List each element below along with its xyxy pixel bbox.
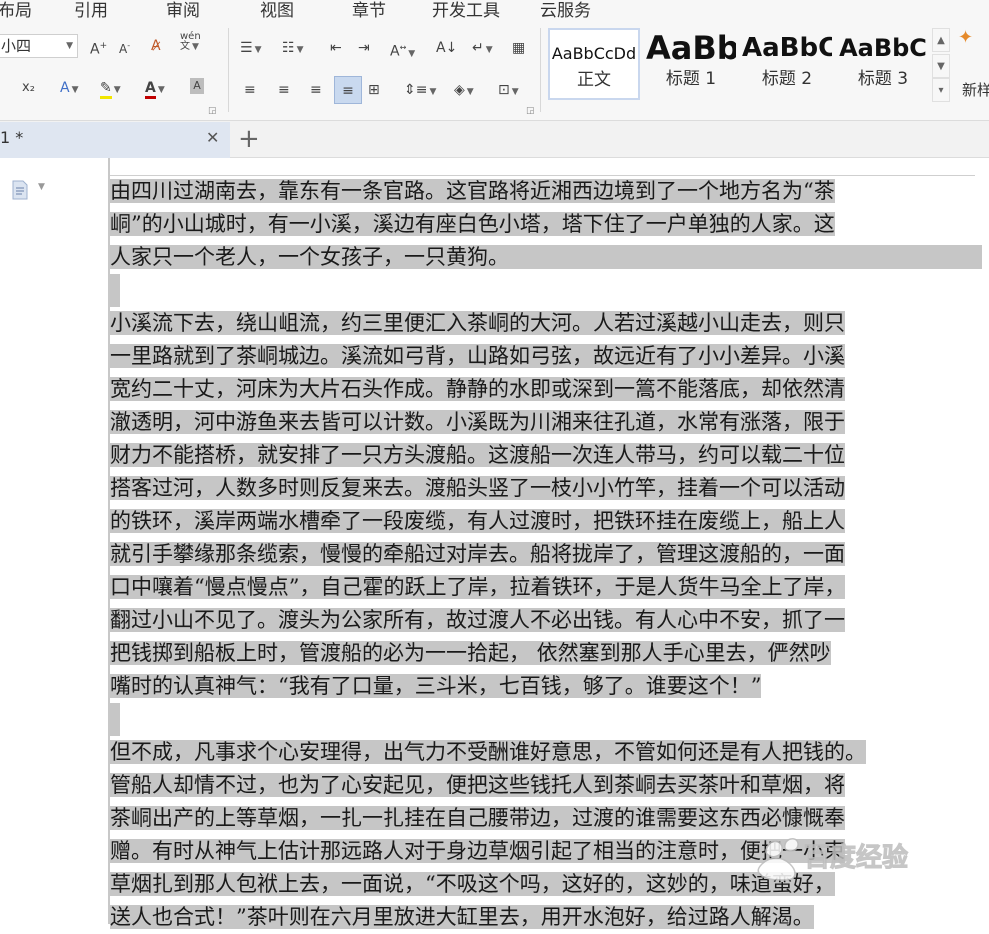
menu-references[interactable]: 引用 bbox=[74, 0, 108, 21]
font-size-select[interactable]: 小四 ▼ bbox=[0, 34, 78, 58]
show-marks-icon[interactable]: ↵ ▼ bbox=[472, 38, 493, 60]
style-preview: AaBbCcDd bbox=[551, 44, 637, 63]
text-effect-icon[interactable]: A ▼ bbox=[60, 78, 79, 100]
clear-format-icon[interactable]: A̷ bbox=[151, 36, 161, 56]
text-line: 嘴时的认真神气：“我有了口量，三斗米，七百钱，够了。谁要这个！” bbox=[110, 674, 762, 698]
chevron-down-icon[interactable]: ▼ bbox=[38, 182, 45, 192]
ribbon-divider bbox=[540, 28, 541, 112]
text-line: 人家只一个老人，一个女孩子，一只黄狗。 bbox=[110, 245, 499, 269]
paragraph[interactable]: 由四川过湖南去，靠东有一条官路。这官路将近湘西边境到了一个地方名为“茶 峒”的小… bbox=[110, 175, 989, 274]
document-body[interactable]: 由四川过湖南去，靠东有一条官路。这官路将近湘西边境到了一个地方名为“茶 峒”的小… bbox=[110, 175, 989, 934]
paragraph-dialog-launcher-icon[interactable]: ◲ bbox=[526, 106, 535, 116]
line-spacing-icon[interactable]: ⇕≡ ▼ bbox=[404, 80, 436, 102]
borders-icon[interactable]: ⊡ ▼ bbox=[498, 80, 519, 102]
style-preview: AaBb bbox=[646, 29, 736, 67]
document-tab-bar: 1 * ✕ + bbox=[0, 121, 989, 158]
style-name: 正文 bbox=[577, 70, 611, 90]
char-shading-icon[interactable]: A bbox=[190, 78, 204, 94]
new-style-icon[interactable]: ✦ bbox=[958, 28, 973, 48]
sort-icon[interactable]: A↓ bbox=[436, 38, 457, 58]
ribbon: 小四 ▼ A+ A- A̷ wén 文 ▼ x₂ A ▼ ✎ ▼ A ▼ A ◲ ☰ ▼ ☷… bbox=[0, 20, 989, 121]
bullet-list-icon[interactable]: ☰ ▼ bbox=[240, 38, 261, 60]
text-line: 小溪流下去，绕山岨流，约三里便汇入茶峒的大河。人若过溪越小山走去，则只 bbox=[110, 311, 845, 335]
baidu-jingyan-watermark: 百度经验 bbox=[757, 838, 909, 881]
font-color-icon[interactable]: A ▼ bbox=[145, 78, 165, 100]
text-line: 赠。有时从神气上估计那远路人对于身边草烟引起了相当的注意时，便把一小束 bbox=[110, 839, 845, 863]
text-line: 一里路就到了茶峒城边。溪流如弓背，山路如弓弦，故远近有了小小差异。小溪 bbox=[110, 344, 845, 368]
new-style-label[interactable]: 新样 bbox=[962, 80, 989, 100]
menu-view[interactable]: 视图 bbox=[260, 0, 294, 21]
menu-developer-tools[interactable]: 开发工具 bbox=[432, 0, 500, 21]
shading-fill-icon[interactable]: ◈ ▼ bbox=[454, 80, 474, 102]
styles-expand-icon[interactable]: ▾ bbox=[932, 78, 950, 102]
table-border-icon[interactable]: ▦ bbox=[512, 38, 525, 58]
font-size-value: 小四 bbox=[1, 37, 32, 55]
text-line: 搭客过河，人数多时则反复来去。渡船头竖了一枝小小竹竿，挂着一个可以活动 bbox=[110, 476, 845, 500]
text-line: 财力不能搭桥，就安排了一只方头渡船。这渡船一次连人带马，约可以载二十位 bbox=[110, 443, 845, 467]
watermark-text: 百度经验 bbox=[804, 842, 908, 873]
decrease-indent-icon[interactable]: ⇤ bbox=[330, 38, 342, 58]
styles-scroll-up-icon[interactable]: ▲ bbox=[932, 28, 950, 52]
document-tab-title: 1 * bbox=[0, 128, 24, 147]
empty-paragraph[interactable] bbox=[110, 274, 989, 307]
highlight-icon[interactable]: ✎ ▼ bbox=[100, 78, 121, 100]
menu-section[interactable]: 章节 bbox=[352, 0, 386, 21]
style-preview: AaBbC bbox=[839, 34, 927, 62]
close-icon[interactable]: ✕ bbox=[206, 128, 219, 147]
increase-indent-icon[interactable]: ⇥ bbox=[358, 38, 370, 58]
text-line: 把钱掷到船板上时，管渡船的必为一一拾起， 依然塞到那人手心里去，俨然吵 bbox=[110, 641, 831, 665]
subscript-icon[interactable]: x₂ bbox=[22, 78, 35, 98]
style-normal[interactable]: AaBbCcDd 正文 bbox=[548, 28, 640, 100]
text-line: 茶峒出产的上等草烟，一扎一扎挂在自己腰带边，过渡的谁需要这东西必慷慨奉 bbox=[110, 806, 845, 830]
document-tab[interactable]: 1 * ✕ bbox=[0, 122, 230, 158]
style-preview: AaBbC bbox=[742, 33, 832, 63]
text-line: 由四川过湖南去，靠东有一条官路。这官路将近湘西边境到了一个地方名为“茶 bbox=[110, 179, 835, 203]
document-map-icon[interactable] bbox=[12, 180, 28, 200]
font-dialog-launcher-icon[interactable]: ◲ bbox=[208, 106, 217, 116]
align-center-icon[interactable]: ≡ bbox=[278, 80, 290, 100]
menu-cloud-services[interactable]: 云服务 bbox=[540, 0, 591, 21]
text-line: 的铁环，溪岸两端水槽牵了一段废缆，有人过渡时，把铁环挂在废缆上，船上人 bbox=[110, 509, 845, 533]
chevron-down-icon: ▼ bbox=[66, 41, 73, 51]
ribbon-divider bbox=[228, 28, 229, 112]
styles-scroll-down-icon[interactable]: ▼ bbox=[932, 54, 950, 78]
text-line: 就引手攀缘那条缆索，慢慢的牵船过对岸去。船将拢岸了，管理这渡船的，一面 bbox=[110, 542, 845, 566]
char-scale-icon[interactable]: A↔▼ bbox=[390, 38, 415, 64]
menu-layout[interactable]: 布局 bbox=[0, 0, 32, 21]
text-line: 草烟扎到那人包袱上去，一面说，“不吸这个吗，这好的，这妙的，味道蛮好， bbox=[110, 872, 835, 896]
align-right-icon[interactable]: ≡ bbox=[310, 80, 322, 100]
text-line: 但不成，凡事求个心安理得，出气力不受酬谁好意思，不管如何还是有人把钱的。 bbox=[110, 740, 866, 764]
numbered-list-icon[interactable]: ☷ ▼ bbox=[282, 38, 303, 60]
paragraph[interactable]: 小溪流下去，绕山岨流，约三里便汇入茶峒的大河。人若过溪越小山走去，则只 一里路就… bbox=[110, 307, 989, 703]
pinyin-guide-icon[interactable]: wén 文 ▼ bbox=[180, 32, 201, 53]
text-line: 宽约二十丈，河床为大片石头作成。静静的水即或深到一篙不能落底，却依然清 bbox=[110, 377, 845, 401]
distribute-align-icon[interactable]: ⊞ bbox=[368, 80, 380, 100]
empty-paragraph[interactable] bbox=[110, 703, 989, 736]
menu-bar: 布局 引用 审阅 视图 章节 开发工具 云服务 bbox=[0, 0, 989, 21]
style-heading-1[interactable]: AaBb 标题 1 bbox=[646, 28, 736, 100]
text-line: 翻过小山不见了。渡头为公家所有，故过渡人不必出钱。有人心中不安，抓了一 bbox=[110, 608, 845, 632]
grow-font-icon[interactable]: A+ bbox=[90, 36, 107, 60]
text-line: 口中嚷着“慢点慢点”，自己霍的跃上了岸，拉着铁环，于是人货牛马全上了岸， bbox=[110, 575, 846, 599]
text-line: 峒”的小山城时，有一小溪，溪边有座白色小塔，塔下住了一户单独的人家。这 bbox=[110, 212, 835, 236]
align-justify-icon[interactable]: ≡ bbox=[334, 76, 362, 104]
shrink-font-icon[interactable]: A- bbox=[119, 36, 130, 59]
text-line: 送人也合式！”茶叶则在六月里放进大缸里去，用开水泡好，给过路人解渴。 bbox=[110, 905, 814, 929]
text-line: 管船人却情不过，也为了心安起见，便把这些钱托人到茶峒去买茶叶和草烟，将 bbox=[110, 773, 845, 797]
new-tab-icon[interactable]: + bbox=[238, 121, 260, 157]
style-heading-3[interactable]: AaBbC 标题 3 bbox=[838, 28, 928, 100]
text-line: 澈透明，河中游鱼来去皆可以计数。小溪既为川湘来往孔道，水常有涨落，限于 bbox=[110, 410, 845, 434]
style-heading-2[interactable]: AaBbC 标题 2 bbox=[742, 28, 832, 100]
align-left-icon[interactable]: ≡ bbox=[244, 80, 256, 100]
menu-review[interactable]: 审阅 bbox=[166, 0, 200, 21]
